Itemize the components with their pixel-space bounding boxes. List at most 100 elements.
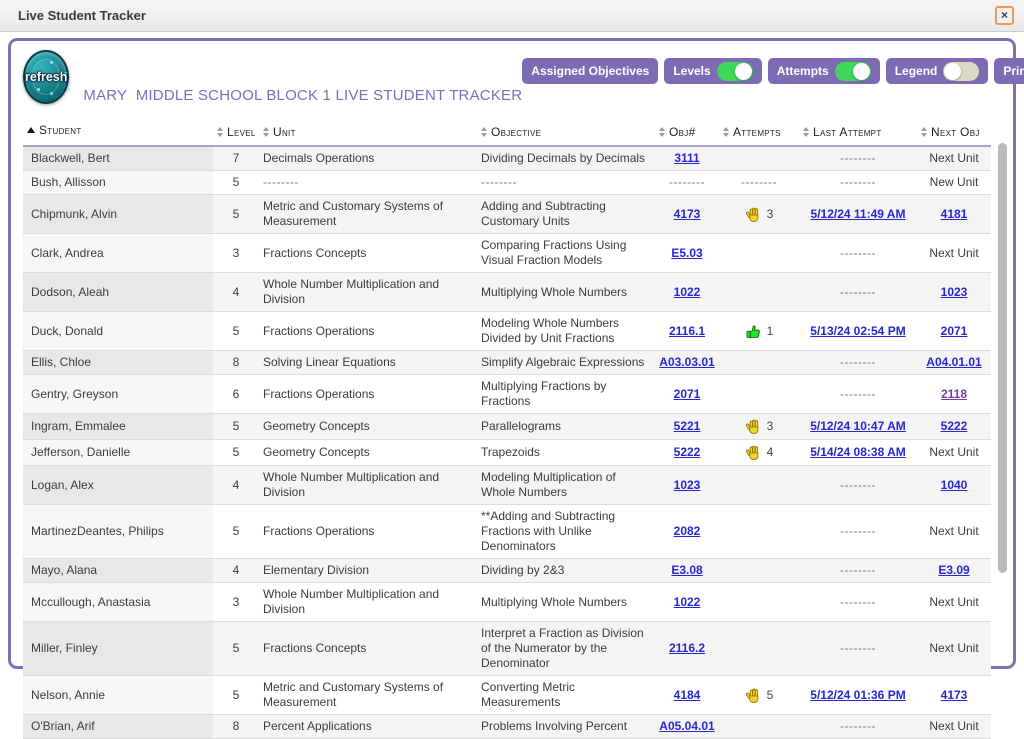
vertical-scrollbar-thumb[interactable] bbox=[998, 143, 1007, 573]
sort-both-icon bbox=[723, 127, 729, 137]
close-icon[interactable]: × bbox=[995, 6, 1014, 25]
obj-number-link[interactable]: A05.04.01 bbox=[659, 719, 714, 733]
table-row: Gentry, Greyson6Fractions OperationsMult… bbox=[23, 375, 991, 414]
obj-number-link[interactable]: E3.08 bbox=[671, 563, 702, 577]
obj-number-cell: 1022 bbox=[655, 583, 719, 622]
obj-number-link[interactable]: 1023 bbox=[674, 478, 701, 492]
next-obj-text: Next Unit bbox=[929, 246, 978, 260]
unit-cell: Whole Number Multiplication and Division bbox=[259, 273, 477, 312]
attempts-cell bbox=[719, 375, 799, 414]
next-obj-link[interactable]: 4181 bbox=[941, 207, 968, 221]
level-value: 5 bbox=[233, 324, 240, 338]
next-obj-link[interactable]: 1023 bbox=[941, 285, 968, 299]
obj-number-link[interactable]: 2116.2 bbox=[669, 641, 705, 655]
sort-both-icon bbox=[659, 127, 665, 137]
student-name: Mayo, Alana bbox=[31, 563, 97, 577]
objective-name: Converting Metric Measurements bbox=[481, 680, 575, 709]
obj-number-link[interactable]: 5222 bbox=[674, 445, 701, 459]
no-data-dashes: -------- bbox=[840, 387, 876, 401]
obj-number-link[interactable]: 2071 bbox=[674, 387, 701, 401]
column-header-obj-num[interactable]: Obj# bbox=[655, 117, 719, 146]
legend-toggle-button[interactable]: Legend bbox=[886, 58, 989, 84]
level-cell: 5 bbox=[213, 622, 259, 676]
next-obj-cell: 5222 bbox=[917, 414, 991, 440]
last-attempt-link[interactable]: 5/12/24 11:49 AM bbox=[811, 207, 906, 221]
last-attempt-link[interactable]: 5/12/24 10:47 AM bbox=[810, 419, 906, 433]
unit-cell: Metric and Customary Systems of Measurem… bbox=[259, 676, 477, 715]
obj-number-cell: 2116.2 bbox=[655, 622, 719, 676]
level-value: 4 bbox=[233, 563, 240, 577]
next-obj-link[interactable]: 2071 bbox=[941, 324, 968, 338]
levels-label: Levels bbox=[673, 64, 710, 78]
level-value: 5 bbox=[233, 419, 240, 433]
obj-number-link[interactable]: 5221 bbox=[674, 419, 701, 433]
next-obj-link[interactable]: 5222 bbox=[941, 419, 968, 433]
obj-number-link[interactable]: E5.03 bbox=[671, 246, 702, 260]
student-name-cell: Duck, Donald bbox=[23, 312, 213, 351]
student-name-cell: Mccullough, Anastasia bbox=[23, 583, 213, 622]
next-obj-link[interactable]: 1040 bbox=[941, 478, 968, 492]
no-data-dashes: -------- bbox=[840, 719, 876, 733]
student-name-cell: Ellis, Chloe bbox=[23, 351, 213, 375]
refresh-button[interactable]: refresh bbox=[23, 50, 69, 104]
unit-cell: Solving Linear Equations bbox=[259, 351, 477, 375]
no-data-dashes: -------- bbox=[840, 563, 876, 577]
next-obj-link[interactable]: A04.01.01 bbox=[926, 355, 981, 369]
column-header-attempts[interactable]: Attempts bbox=[719, 117, 799, 146]
column-header-level[interactable]: Level bbox=[213, 117, 259, 146]
unit-cell: Geometry Concepts bbox=[259, 440, 477, 466]
attempts-count: 5 bbox=[767, 688, 774, 703]
obj-number-link[interactable]: 3111 bbox=[674, 151, 699, 165]
last-attempt-link[interactable]: 5/12/24 01:36 PM bbox=[810, 688, 905, 702]
last-attempt-cell: -------- bbox=[799, 171, 917, 195]
student-name: Miller, Finley bbox=[31, 641, 98, 655]
objective-name: Trapezoids bbox=[481, 445, 540, 459]
levels-toggle-button[interactable]: Levels bbox=[664, 58, 761, 84]
objective-cell: Trapezoids bbox=[477, 440, 655, 466]
hand-icon bbox=[745, 206, 762, 223]
student-name: Dodson, Aleah bbox=[31, 285, 109, 299]
obj-number-link[interactable]: 2116.1 bbox=[669, 324, 705, 338]
obj-number-link[interactable]: 1022 bbox=[674, 285, 701, 299]
attempts-cell bbox=[719, 466, 799, 505]
next-obj-link[interactable]: 2118 bbox=[941, 387, 967, 401]
table-row: Logan, Alex4Whole Number Multiplication … bbox=[23, 466, 991, 505]
objective-cell: Interpret a Fraction as Division of the … bbox=[477, 622, 655, 676]
obj-number-link[interactable]: 4173 bbox=[674, 207, 701, 221]
obj-number-link[interactable]: 1022 bbox=[674, 595, 701, 609]
column-header-next-obj[interactable]: Next Obj bbox=[917, 117, 991, 146]
next-obj-text: Next Unit bbox=[929, 719, 978, 733]
column-header-student[interactable]: Student bbox=[23, 117, 213, 146]
next-obj-cell: 4181 bbox=[917, 195, 991, 234]
objective-cell: Adding and Subtracting Customary Units bbox=[477, 195, 655, 234]
legend-toggle[interactable] bbox=[943, 62, 979, 81]
unit-name: Metric and Customary Systems of Measurem… bbox=[263, 199, 443, 228]
unit-cell: Fractions Operations bbox=[259, 312, 477, 351]
last-attempt-cell: -------- bbox=[799, 583, 917, 622]
last-attempt-link[interactable]: 5/13/24 02:54 PM bbox=[810, 324, 905, 338]
unit-name: Whole Number Multiplication and Division bbox=[263, 470, 439, 499]
attempts-toggle-button[interactable]: Attempts bbox=[768, 58, 880, 84]
no-data-dashes: -------- bbox=[741, 175, 777, 189]
attempts-toggle[interactable] bbox=[835, 62, 871, 81]
obj-number-link[interactable]: A03.03.01 bbox=[659, 355, 714, 369]
next-obj-cell: 4173 bbox=[917, 676, 991, 715]
last-attempt-link[interactable]: 5/14/24 08:38 AM bbox=[810, 445, 906, 459]
assigned-objectives-button[interactable]: Assigned Objectives bbox=[522, 58, 658, 84]
unit-cell: Metric and Customary Systems of Measurem… bbox=[259, 195, 477, 234]
next-obj-link[interactable]: 4173 bbox=[941, 688, 968, 702]
column-header-last-attempt[interactable]: Last Attempt bbox=[799, 117, 917, 146]
student-name: Bush, Allisson bbox=[31, 175, 106, 189]
obj-number-link[interactable]: 2082 bbox=[674, 524, 701, 538]
next-obj-cell: New Unit bbox=[917, 171, 991, 195]
hand-icon bbox=[745, 444, 762, 461]
levels-toggle[interactable] bbox=[717, 62, 753, 81]
column-header-objective[interactable]: Objective bbox=[477, 117, 655, 146]
attempts-cell: 3 bbox=[719, 414, 799, 440]
print-study-guides-button[interactable]: Print Study Guides bbox=[994, 58, 1024, 84]
obj-number-cell: 2071 bbox=[655, 375, 719, 414]
next-obj-link[interactable]: E3.09 bbox=[938, 563, 969, 577]
obj-number-link[interactable]: 4184 bbox=[674, 688, 701, 702]
table-row: O'Brian, Arif8Percent ApplicationsProble… bbox=[23, 715, 991, 739]
column-header-unit[interactable]: Unit bbox=[259, 117, 477, 146]
